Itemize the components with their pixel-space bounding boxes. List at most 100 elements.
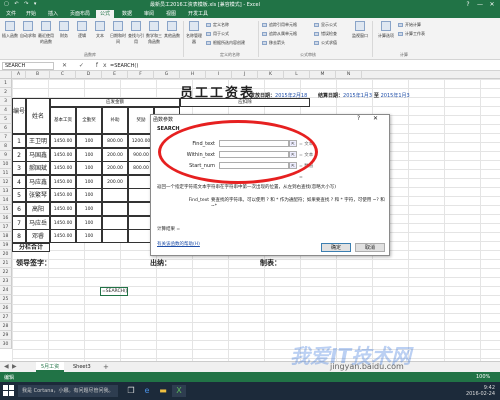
edge-browser-icon[interactable]: e xyxy=(140,385,154,397)
column-header[interactable]: N xyxy=(336,71,362,79)
more-functions-button[interactable]: 其他函数 xyxy=(164,21,180,47)
sheet-tab-sheet3[interactable]: Sheet3 xyxy=(68,362,96,372)
column-header[interactable]: L xyxy=(284,71,310,79)
row-header[interactable]: 8 xyxy=(0,142,12,151)
tab-file[interactable]: 文件 xyxy=(2,10,20,18)
row-header[interactable]: 10 xyxy=(0,160,12,169)
tab-page-layout[interactable]: 页面布局 xyxy=(66,10,94,18)
logical-button[interactable]: 逻辑 xyxy=(74,21,90,47)
evaluate-formula-button[interactable]: 公式求值 xyxy=(314,40,337,46)
close-button[interactable]: ✕ xyxy=(486,0,498,9)
error-checking-button[interactable]: 错误检查 xyxy=(314,31,337,37)
column-header[interactable]: I xyxy=(206,71,232,79)
select-all-corner[interactable] xyxy=(0,71,12,79)
row-header[interactable]: 27 xyxy=(0,313,12,322)
column-header[interactable]: C xyxy=(50,71,76,79)
tab-developer[interactable]: 开发工具 xyxy=(184,10,212,18)
trace-precedents-button[interactable]: 追踪引用单元格 xyxy=(262,22,297,28)
row-header[interactable]: 13 xyxy=(0,187,12,196)
row-header[interactable]: 25 xyxy=(0,295,12,304)
column-header[interactable]: G xyxy=(154,71,180,79)
function-help-link[interactable]: 有关该函数的帮助(H) xyxy=(157,241,200,247)
row-header[interactable]: 14 xyxy=(0,196,12,205)
text-button[interactable]: 文本 xyxy=(92,21,108,47)
help-icon[interactable]: ? xyxy=(462,0,474,9)
column-header[interactable]: F xyxy=(128,71,154,79)
quick-access-toolbar[interactable]: ▢ ↶ ↷ ▾ xyxy=(4,1,38,7)
show-formulas-button[interactable]: 显示公式 xyxy=(314,22,337,28)
row-header[interactable]: 1 xyxy=(0,79,12,88)
cortana-search-box[interactable]: 我是 Cortana，小娜。有问题尽管问我。 xyxy=(18,385,118,397)
minimize-button[interactable]: — xyxy=(474,0,486,9)
column-header[interactable]: K xyxy=(258,71,284,79)
sheet-tab-may-salary[interactable]: 5月工资 xyxy=(36,362,65,372)
date-time-button[interactable]: 日期和时间 xyxy=(110,21,126,47)
row-header[interactable]: 2 xyxy=(0,88,12,97)
row-header[interactable]: 15 xyxy=(0,205,12,214)
column-header[interactable]: A xyxy=(12,71,26,79)
insert-function-button[interactable]: 插入函数 xyxy=(2,21,18,47)
autosum-button[interactable]: 自动求和 xyxy=(20,21,36,47)
row-header[interactable]: 26 xyxy=(0,304,12,313)
system-clock[interactable]: 9:42 2016-02-24 xyxy=(440,385,495,397)
file-explorer-icon[interactable]: ▬ xyxy=(156,385,170,397)
row-header[interactable]: 21 xyxy=(0,259,12,268)
dialog-close-button[interactable]: ✕ xyxy=(373,115,378,122)
row-header[interactable]: 28 xyxy=(0,322,12,331)
row-header[interactable]: 22 xyxy=(0,268,12,277)
ok-button[interactable]: 确定 xyxy=(321,243,351,252)
formula-bar-buttons[interactable]: ✕ ✓ fx xyxy=(62,62,112,69)
column-header[interactable]: D xyxy=(76,71,102,79)
tab-view[interactable]: 视图 xyxy=(162,10,180,18)
column-header[interactable]: J xyxy=(232,71,258,79)
zoom-level[interactable]: 100% xyxy=(476,374,490,380)
cancel-button[interactable]: 取消 xyxy=(355,243,385,252)
row-header[interactable]: 11 xyxy=(0,169,12,178)
financial-button[interactable]: 财务 xyxy=(56,21,72,47)
row-header[interactable]: 16 xyxy=(0,214,12,223)
lookup-button[interactable]: 查找与引用 xyxy=(128,21,144,47)
row-header[interactable]: 20 xyxy=(0,250,12,259)
row-header[interactable]: 29 xyxy=(0,331,12,340)
row-header[interactable]: 6 xyxy=(0,124,12,133)
active-cell[interactable]: =SEARCH() xyxy=(100,287,128,296)
row-header[interactable]: 19 xyxy=(0,241,12,250)
tab-scroll-right-icon[interactable]: ▶ xyxy=(12,363,17,370)
dialog-help-button[interactable]: ? xyxy=(357,115,360,122)
task-view-icon[interactable]: ❐ xyxy=(124,385,138,397)
excel-taskbar-icon[interactable]: X xyxy=(172,385,186,397)
create-from-selection-button[interactable]: 根据所选内容创建 xyxy=(206,40,245,46)
watch-window-button[interactable]: 监视窗口 xyxy=(352,21,368,47)
column-header[interactable]: H xyxy=(180,71,206,79)
row-header[interactable]: 7 xyxy=(0,133,12,142)
tab-scroll-left-icon[interactable]: ◀ xyxy=(4,363,9,370)
column-header[interactable]: B xyxy=(26,71,50,79)
row-header[interactable]: 5 xyxy=(0,115,12,124)
calc-options-button[interactable]: 计算选项 xyxy=(378,21,394,47)
column-header[interactable]: E xyxy=(102,71,128,79)
tab-data[interactable]: 数据 xyxy=(118,10,136,18)
tab-review[interactable]: 审阅 xyxy=(140,10,158,18)
tab-insert[interactable]: 插入 xyxy=(44,10,62,18)
calculate-now-button[interactable]: 开始计算 xyxy=(398,22,421,28)
recent-functions-button[interactable]: 最近使用的函数 xyxy=(38,21,54,47)
define-name-button[interactable]: 定义名称 xyxy=(206,22,229,28)
calculate-sheet-button[interactable]: 计算工作表 xyxy=(398,31,425,37)
tab-formulas[interactable]: 公式 xyxy=(96,10,115,18)
use-in-formula-button[interactable]: 用于公式 xyxy=(206,31,229,37)
add-sheet-button[interactable]: + xyxy=(98,362,114,372)
windows-start-icon[interactable] xyxy=(3,385,14,396)
column-header[interactable]: M xyxy=(310,71,336,79)
tab-home[interactable]: 开始 xyxy=(22,10,40,18)
formula-input[interactable]: =SEARCH() xyxy=(110,62,498,70)
name-box[interactable]: SEARCH xyxy=(2,62,54,70)
row-header[interactable]: 23 xyxy=(0,277,12,286)
row-header[interactable]: 24 xyxy=(0,286,12,295)
row-header[interactable]: 3 xyxy=(0,97,12,106)
row-header[interactable]: 9 xyxy=(0,151,12,160)
row-header[interactable]: 17 xyxy=(0,223,12,232)
row-header[interactable]: 30 xyxy=(0,340,12,349)
math-button[interactable]: 数学和三角函数 xyxy=(146,21,162,47)
trace-dependents-button[interactable]: 追踪从属单元格 xyxy=(262,31,297,37)
row-header[interactable]: 12 xyxy=(0,178,12,187)
